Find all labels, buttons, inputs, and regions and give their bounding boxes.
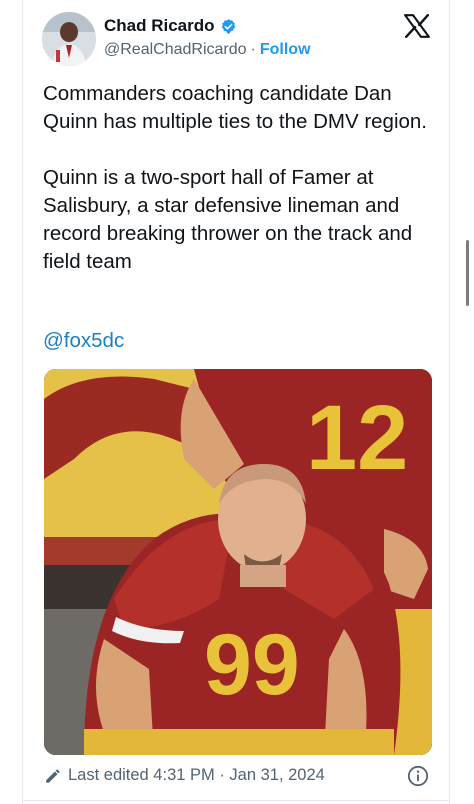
scrollbar[interactable] [466, 240, 469, 306]
x-logo-icon[interactable] [404, 14, 430, 38]
pencil-icon [46, 768, 60, 783]
divider [22, 800, 450, 801]
handle-separator: · [250, 41, 256, 58]
info-icon[interactable] [407, 765, 429, 787]
post-paragraph-2: Quinn is a two-sport hall of Famer at Sa… [43, 166, 413, 273]
jersey-back-number: 12 [306, 387, 408, 489]
last-edited-text[interactable]: Last edited 4:31 PM · Jan 31, 2024 [68, 766, 325, 785]
author-handle-row: @RealChadRicardo · Follow [104, 41, 311, 59]
author-handle[interactable]: @RealChadRicardo [104, 41, 247, 58]
avatar-photo [42, 12, 96, 66]
jersey-front-number: 99 [204, 617, 300, 713]
avatar[interactable] [42, 12, 96, 66]
post-text: Commanders coaching candidate Dan Quinn … [43, 80, 443, 276]
mention-link[interactable]: @fox5dc [43, 327, 124, 355]
post-footer: Last edited 4:31 PM · Jan 31, 2024 [44, 766, 325, 785]
author-name-row: Chad Ricardo [104, 16, 237, 36]
author-name[interactable]: Chad Ricardo [104, 16, 215, 36]
verified-badge-icon [221, 18, 235, 34]
follow-button[interactable]: Follow [260, 41, 311, 58]
post-photo[interactable]: 12 99 [44, 369, 432, 755]
post-paragraph-1: Commanders coaching candidate Dan Quinn … [43, 82, 427, 133]
football-player-image: 12 99 [44, 369, 432, 755]
